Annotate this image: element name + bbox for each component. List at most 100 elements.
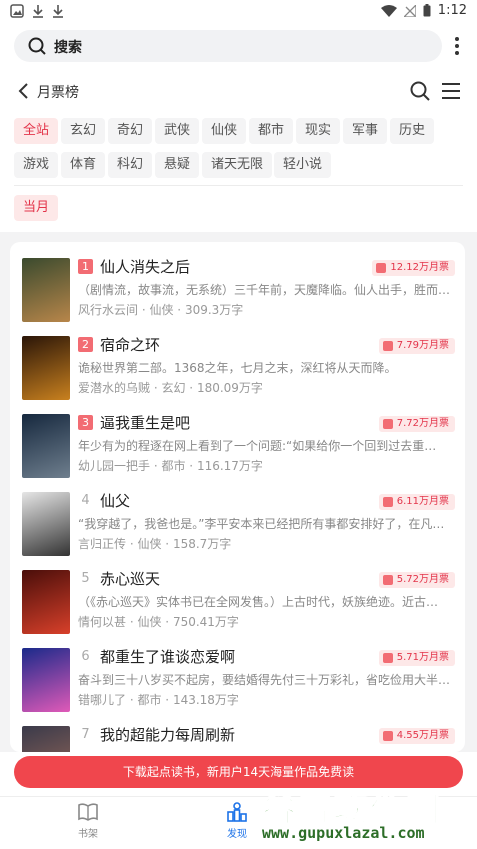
book-row[interactable]: 7 我的超能力每周刷新 4.55万月票 — [10, 722, 465, 752]
period-chip[interactable]: 当月 — [14, 195, 59, 221]
ticket-count: 5.71万月票 — [396, 652, 449, 663]
rank-number: 3 — [78, 415, 93, 430]
search-icon — [28, 37, 46, 55]
rank-number: 6 — [81, 649, 90, 664]
ticket-count: 12.12万月票 — [390, 262, 449, 273]
book-genre: 玄幻 — [161, 381, 186, 395]
search-bar[interactable]: 搜索 — [14, 30, 442, 62]
category-chip[interactable]: 悬疑 — [155, 152, 200, 178]
category-chip[interactable]: 科幻 — [108, 152, 153, 178]
book-title[interactable]: 仙人消失之后 — [100, 256, 190, 277]
book-word-count: 116.17万字 — [196, 459, 263, 473]
book-description: “我穿越了，我爸也是。”李平安本来已经把所有事都安排好了，在凡… — [78, 517, 445, 531]
book-word-count: 180.09万字 — [196, 381, 263, 395]
category-chip[interactable]: 轻小说 — [274, 152, 332, 178]
discover-icon — [227, 802, 247, 822]
clock: 1:12 — [437, 3, 467, 18]
ticket-icon — [382, 341, 393, 351]
watermark: 谷普软件园 www.gupuxlazal.com — [261, 782, 474, 846]
download-icon — [53, 5, 63, 18]
book-meta: 情何以甚 · 仙侠 · 750.41万字 — [78, 615, 239, 629]
book-cover[interactable] — [22, 726, 70, 752]
book-author: 爱潜水的乌贼 — [78, 381, 151, 395]
book-title[interactable]: 仙父 — [100, 490, 130, 511]
book-row[interactable]: 1 仙人消失之后 12.12万月票 （剧情流，故事流，无系统）三千年前，天魔降临。仙人… — [10, 254, 465, 332]
book-word-count: 309.3万字 — [184, 303, 244, 317]
book-title[interactable]: 宿命之环 — [100, 334, 160, 355]
book-author: 风行水云间 — [78, 303, 139, 317]
book-row[interactable]: 5 赤心巡天 5.72万月票 （《赤心巡天》实体书已在全网发售。）上古时代，妖族绝迹。… — [10, 566, 465, 644]
category-chip-all[interactable]: 全站 — [14, 118, 59, 144]
book-author: 错哪儿了 — [78, 693, 127, 707]
category-chip[interactable]: 仙侠 — [202, 118, 247, 144]
nav-bookshelf[interactable]: 书架 — [58, 801, 118, 840]
category-chip[interactable]: 都市 — [249, 118, 294, 144]
search-label: 搜索 — [54, 40, 82, 56]
watermark-url: www.gupuxlazal.com — [262, 824, 425, 842]
ticket-icon — [382, 575, 393, 585]
category-chip[interactable]: 诸天无限 — [202, 152, 273, 178]
book-genre: 仙侠 — [149, 303, 174, 317]
category-chip[interactable]: 武侠 — [155, 118, 200, 144]
book-meta: 爱潜水的乌贼 · 玄幻 · 180.09万字 — [78, 381, 263, 395]
ticket-badge: 7.72万月票 — [378, 416, 455, 432]
book-cover[interactable] — [22, 258, 70, 322]
book-title[interactable]: 都重生了谁谈恋爱啊 — [100, 646, 235, 667]
book-title[interactable]: 我的超能力每周刷新 — [100, 724, 235, 745]
ticket-count: 4.55万月票 — [396, 730, 449, 741]
book-genre: 都市 — [161, 459, 186, 473]
book-row[interactable]: 4 仙父 6.11万月票 “我穿越了，我爸也是。”李平安本来已经把所有事都安排好了，在… — [10, 488, 465, 566]
book-cover[interactable] — [22, 570, 70, 634]
ticket-count: 6.11万月票 — [396, 496, 449, 507]
book-title[interactable]: 赤心巡天 — [100, 568, 160, 589]
page-header: 月票榜 — [0, 78, 477, 106]
divider — [14, 185, 463, 186]
book-cover[interactable] — [22, 492, 70, 556]
back-arrow-icon[interactable] — [16, 82, 32, 100]
ranking-list: 1 仙人消失之后 12.12万月票 （剧情流，故事流，无系统）三千年前，天魔降临。仙人… — [10, 242, 465, 752]
page-title: 月票榜 — [37, 85, 79, 101]
book-description: 年少有为的程逐在网上看到了一个问题:“如果给你一个回到过去重… — [78, 439, 437, 453]
category-chip[interactable]: 历史 — [390, 118, 435, 144]
book-meta: 言归正传 · 仙侠 · 158.7万字 — [78, 537, 232, 551]
book-word-count: 750.41万字 — [172, 615, 239, 629]
book-cover[interactable] — [22, 414, 70, 478]
book-row[interactable]: 2 宿命之环 7.79万月票 诡秘世界第二部。1368之年，七月之末，深红将从天而降。… — [10, 332, 465, 410]
menu-icon[interactable] — [441, 82, 461, 100]
book-genre: 仙侠 — [137, 615, 162, 629]
book-icon — [78, 803, 98, 821]
category-chip[interactable]: 军事 — [343, 118, 388, 144]
ticket-badge: 4.55万月票 — [378, 728, 455, 744]
wifi-icon — [380, 4, 397, 17]
search-icon[interactable] — [409, 80, 431, 102]
category-chip[interactable]: 体育 — [61, 152, 106, 178]
category-chip[interactable]: 奇幻 — [108, 118, 153, 144]
ticket-badge: 5.72万月票 — [378, 572, 455, 588]
status-bar: 1:12 — [0, 0, 477, 24]
no-signal-icon — [403, 4, 416, 17]
more-options-icon[interactable] — [452, 36, 462, 56]
rank-number: 7 — [81, 727, 90, 742]
ticket-badge: 5.71万月票 — [378, 650, 455, 666]
rank-number: 5 — [81, 571, 90, 586]
book-author: 幼儿园一把手 — [78, 459, 151, 473]
book-cover[interactable] — [22, 648, 70, 712]
book-title[interactable]: 逼我重生是吧 — [100, 412, 190, 433]
ticket-icon — [382, 419, 393, 429]
category-chip[interactable]: 玄幻 — [61, 118, 106, 144]
ticket-icon — [376, 263, 387, 273]
book-description: 奋斗到三十八岁买不起房，要结婚得先付三十万彩礼，省吃俭用大半… — [78, 673, 451, 687]
book-description: （《赤心巡天》实体书已在全网发售。）上古时代，妖族绝迹。近古… — [78, 595, 439, 609]
ticket-icon — [382, 497, 393, 507]
nav-discover[interactable]: 发现 — [207, 801, 267, 840]
rank-number: 1 — [78, 259, 93, 274]
ticket-badge: 7.79万月票 — [378, 338, 455, 354]
book-cover[interactable] — [22, 336, 70, 400]
category-chip[interactable]: 游戏 — [14, 152, 59, 178]
book-row[interactable]: 3 逼我重生是吧 7.72万月票年少有为的程逐在网上看到了一个问题:“如果给你一个回… — [10, 410, 465, 488]
ticket-badge: 6.11万月票 — [378, 494, 455, 510]
book-meta: 风行水云间 · 仙侠 · 309.3万字 — [78, 303, 244, 317]
category-chip[interactable]: 现实 — [296, 118, 341, 144]
book-row[interactable]: 6 都重生了谁谈恋爱啊 5.71万月票奋斗到三十八岁买不起房，要结婚得先付三十万彩礼… — [10, 644, 465, 722]
battery-icon — [423, 4, 431, 17]
